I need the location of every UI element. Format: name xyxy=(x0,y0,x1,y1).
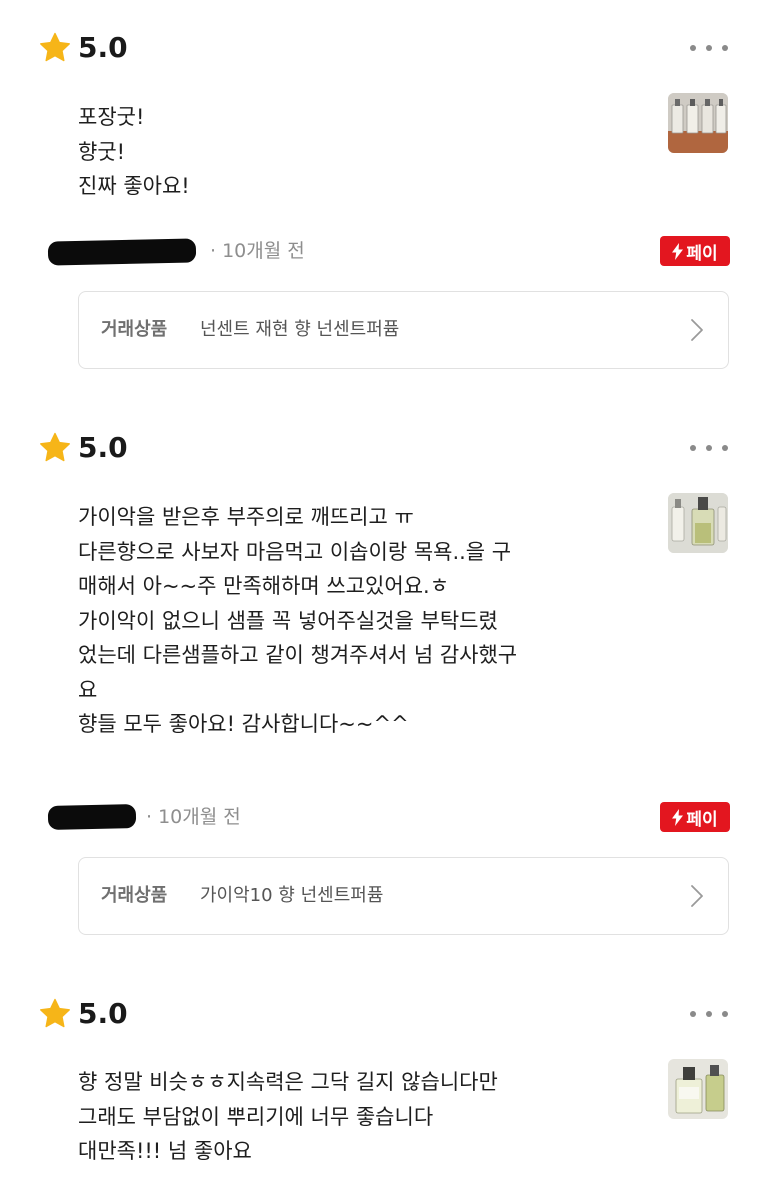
review-time: · 10개월 전 xyxy=(146,806,241,828)
pay-badge-label: 페이 xyxy=(686,809,718,830)
rating-score: 5.0 xyxy=(78,997,128,1030)
lightning-bolt-icon xyxy=(672,242,684,260)
review-text-line: 그래도 부담없이 뿌리기에 너무 좋습니다 xyxy=(78,1104,434,1129)
pay-badge: 페이 xyxy=(660,236,730,266)
review-text-line: 포장굿! xyxy=(78,105,145,129)
product-name: 가이악10 향 넌센트퍼퓸 xyxy=(200,885,384,906)
pay-badge: 페이 xyxy=(660,802,730,832)
rating-score: 5.0 xyxy=(78,31,128,64)
more-options-icon[interactable] xyxy=(690,445,730,453)
star-icon xyxy=(40,32,70,62)
product-label: 거래상품 xyxy=(101,885,168,906)
chevron-right-icon xyxy=(691,885,703,907)
review-text-line: 다른향으로 사보자 마음먹고 이솝이랑 목욕..을 구 xyxy=(78,539,512,564)
review-text-line: 진짜 좋아요! xyxy=(78,174,190,198)
review-text-line: 향 정말 비슷ㅎㅎ지속력은 그닥 길지 않습니다만 xyxy=(78,1070,498,1094)
perfume-photo-icon xyxy=(668,1059,728,1119)
review-text-line: 가이악을 받은후 부주의로 깨뜨리고 ㅠ xyxy=(78,505,414,529)
redacted-username xyxy=(47,238,197,266)
traded-product-card[interactable]: 거래상품 가이악10 향 넌센트퍼퓸 xyxy=(78,857,729,935)
review-text-line: 매해서 아~~주 만족해하며 쓰고있어요.ㅎ xyxy=(78,574,450,598)
product-label: 거래상품 xyxy=(101,319,168,340)
chevron-right-icon xyxy=(691,319,703,341)
star-icon xyxy=(40,432,70,462)
review-photo-thumbnail[interactable] xyxy=(668,93,728,153)
review-time: · 10개월 전 xyxy=(210,240,305,262)
traded-product-card[interactable]: 거래상품 넌센트 재현 향 넌센트퍼퓸 xyxy=(78,291,729,369)
review-text-line: 었는데 다른샘플하고 같이 챙겨주셔서 넘 감사했구 xyxy=(78,643,518,667)
review-photo-thumbnail[interactable] xyxy=(668,1059,728,1119)
review-text-line: 대만족!!! 넘 좋아요 xyxy=(78,1139,252,1163)
review-photo-thumbnail[interactable] xyxy=(668,493,728,553)
perfume-photo-icon xyxy=(668,93,728,153)
review-text: 가이악을 받은후 부주의로 깨뜨리고 ㅠ 다른향으로 사보자 마음먹고 이솝이랑… xyxy=(78,500,648,742)
review-text: 향 정말 비슷ㅎㅎ지속력은 그닥 길지 않습니다만 그래도 부담없이 뿌리기에 … xyxy=(78,1065,648,1169)
product-name: 넌센트 재현 향 넌센트퍼퓸 xyxy=(200,319,400,340)
review-text: 포장굿! 향굿! 진짜 좋아요! xyxy=(78,100,648,204)
redacted-username xyxy=(47,804,137,830)
review-text-line: 가이악이 없으니 샘플 꼭 넣어주실것을 부탁드렸 xyxy=(78,608,498,633)
rating-score: 5.0 xyxy=(78,431,128,464)
review-text-line: 요 xyxy=(78,677,98,702)
perfume-photo-icon xyxy=(668,493,728,553)
star-icon xyxy=(40,998,70,1028)
review-text-line: 향굿! xyxy=(78,139,126,164)
more-options-icon[interactable] xyxy=(690,45,730,53)
pay-badge-label: 페이 xyxy=(686,243,718,264)
review-text-line: 향들 모두 좋아요! 감사합니다~~^^ xyxy=(78,712,409,736)
lightning-bolt-icon xyxy=(672,808,684,826)
more-options-icon[interactable] xyxy=(690,1011,730,1019)
